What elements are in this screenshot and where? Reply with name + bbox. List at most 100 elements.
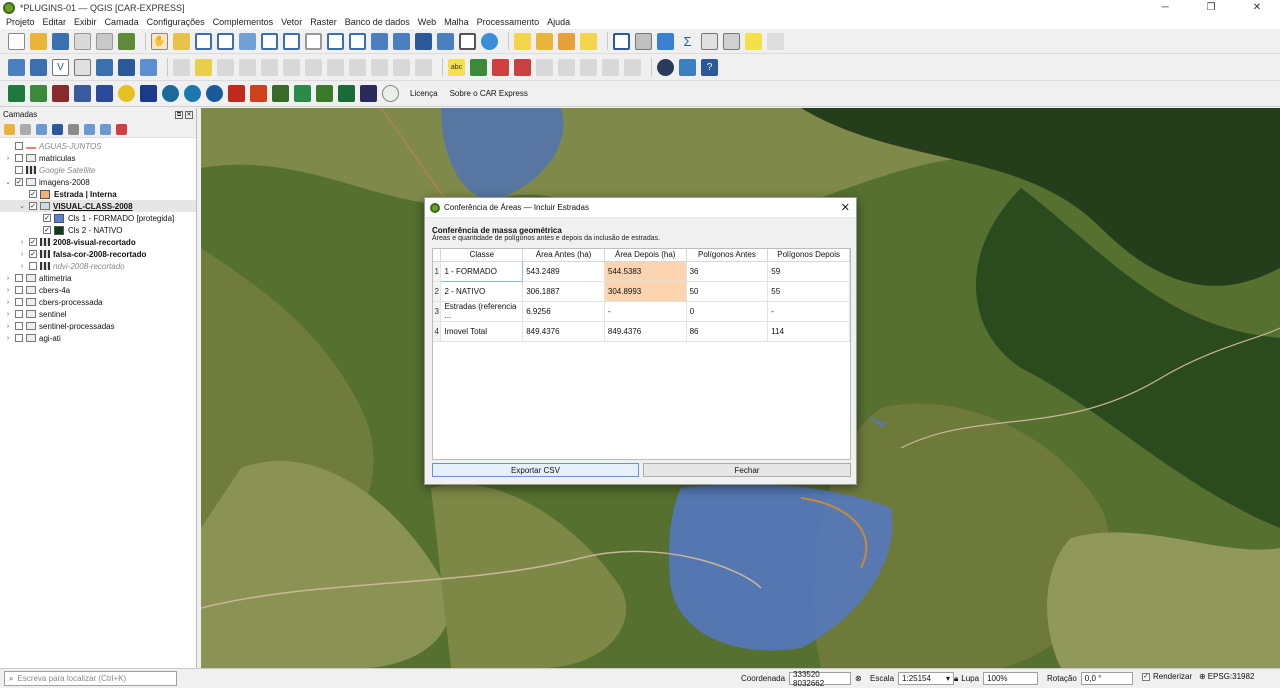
layer-row[interactable]: ✓ Cls 2 - NATIVO [0, 224, 196, 236]
layer-visibility-checkbox[interactable] [15, 166, 23, 174]
menu-malha[interactable]: Malha [444, 17, 469, 27]
table-cell[interactable]: 86 [686, 321, 769, 342]
layer-row[interactable]: › cbers-4a [0, 284, 196, 296]
zoom-out-icon[interactable] [217, 32, 234, 50]
table-row[interactable]: 3 Estradas (referencia ... 6.9256-0- [433, 301, 850, 322]
new-3d-map-view-icon[interactable] [393, 32, 410, 50]
vertex-tool-icon[interactable] [261, 58, 278, 76]
layer-visibility-checkbox[interactable] [15, 298, 23, 306]
table-cell[interactable]: 849.4376 [604, 321, 687, 342]
table-cell[interactable]: 0 [686, 301, 769, 322]
car-import-icon[interactable] [30, 85, 47, 102]
layer-diagram-icon[interactable] [470, 58, 487, 76]
label-property-icon[interactable] [624, 58, 641, 76]
lock-icon[interactable]: 🔒︎ [954, 674, 958, 684]
delete-selected-icon[interactable] [305, 58, 322, 76]
table-cell[interactable]: 543.2489 [522, 261, 605, 282]
paste-features-icon[interactable] [371, 58, 388, 76]
toggle-editing-icon[interactable] [195, 58, 212, 76]
zoom-last-icon[interactable] [327, 32, 344, 50]
layer-visibility-checkbox[interactable]: ✓ [29, 250, 37, 258]
layer-row[interactable]: › sentinel [0, 308, 196, 320]
maximize-button[interactable]: ❐ [1188, 0, 1234, 15]
export-csv-button[interactable]: Exportar CSV [432, 463, 639, 477]
car-fire-icon[interactable] [228, 85, 245, 102]
layer-visibility-checkbox[interactable]: ✓ [43, 226, 51, 234]
table-cell[interactable]: 59 [767, 261, 850, 282]
add-vector-layer-icon[interactable] [140, 58, 157, 76]
expand-toggle-icon[interactable]: › [4, 287, 12, 294]
modify-attributes-icon[interactable] [283, 58, 300, 76]
expand-toggle-icon[interactable]: ⌄ [18, 202, 26, 210]
crs-button[interactable]: ⊕ EPSG:31982 [1199, 672, 1254, 681]
layer-row[interactable]: AGUAS-JUNTOS [0, 140, 196, 152]
car-network-icon[interactable] [96, 85, 113, 102]
table-cell[interactable]: 36 [686, 261, 769, 282]
car-satellite-icon[interactable] [140, 85, 157, 102]
table-cell[interactable]: Estradas (referencia ... [440, 301, 524, 322]
select-features-icon[interactable] [514, 32, 531, 50]
menu-configuracoes[interactable]: Configurações [147, 17, 205, 27]
close-button[interactable]: ✕ [1234, 0, 1280, 15]
new-project-icon[interactable] [8, 32, 25, 50]
layer-visibility-checkbox[interactable]: ✓ [43, 214, 51, 222]
layer-row[interactable]: › agi-ati [0, 332, 196, 344]
coordinate-field[interactable]: 333520 8032662 [789, 670, 852, 688]
move-label-icon[interactable] [558, 58, 575, 76]
column-header[interactable]: Classe [440, 249, 524, 262]
expand-toggle-icon[interactable]: › [4, 299, 12, 306]
expand-toggle-icon[interactable]: › [4, 323, 12, 330]
menu-raster[interactable]: Raster [310, 17, 337, 27]
minimize-button[interactable]: ─ [1142, 0, 1188, 15]
menu-projeto[interactable]: Projeto [6, 17, 35, 27]
car-globe-icon[interactable] [162, 85, 179, 102]
layer-row[interactable]: ⌄ ✓ imagens-2008 [0, 176, 196, 188]
attribute-table-icon[interactable] [635, 32, 652, 50]
expand-toggle-icon[interactable]: › [18, 251, 26, 258]
layer-row[interactable]: › ✓ falsa-cor-2008-recortado [0, 248, 196, 260]
manage-visibility-icon[interactable] [36, 123, 47, 135]
column-header[interactable]: Área Antes (ha) [522, 249, 605, 262]
layout-manager-icon[interactable] [96, 32, 113, 50]
open-project-icon[interactable] [30, 32, 47, 50]
expand-all-icon[interactable] [84, 123, 95, 135]
car-forest-icon[interactable] [316, 85, 333, 102]
redo-icon[interactable] [415, 58, 432, 76]
table-cell[interactable]: - [604, 301, 687, 322]
layer-visibility-checkbox[interactable] [15, 334, 23, 342]
save-project-icon[interactable] [52, 32, 69, 50]
layer-visibility-checkbox[interactable] [29, 262, 37, 270]
column-header[interactable]: Área Depois (ha) [604, 249, 687, 262]
processing-toolbox-icon[interactable] [657, 32, 674, 50]
car-heat-icon[interactable] [250, 85, 267, 102]
new-map-view-icon[interactable] [371, 32, 388, 50]
open-layer-styling-icon[interactable] [4, 123, 15, 135]
table-cell[interactable]: 114 [767, 321, 850, 342]
table-cell[interactable]: - [767, 301, 850, 322]
table-cell[interactable]: 849.4376 [522, 321, 605, 342]
zoom-to-layer-icon[interactable] [283, 32, 300, 50]
license-button[interactable]: Licença [410, 89, 438, 98]
deselect-features-icon[interactable] [558, 32, 575, 50]
locator-search-input[interactable]: ⌕ Escreva para localizar (Ctrl+K) [4, 671, 177, 686]
cut-features-icon[interactable] [327, 58, 344, 76]
menu-complementos[interactable]: Complementos [213, 17, 274, 27]
layer-row[interactable]: ⌄ ✓ VISUAL-CLASS-2008 [0, 200, 196, 212]
show-bookmarks-icon[interactable] [437, 32, 454, 50]
map-tips-icon[interactable] [745, 32, 762, 50]
table-cell[interactable]: Imovel Total [440, 321, 524, 342]
car-tree-icon[interactable] [294, 85, 311, 102]
toggle-extents-icon[interactable]: ⊗ [855, 674, 862, 683]
expand-toggle-icon[interactable]: › [18, 263, 26, 270]
python-console-icon[interactable] [679, 58, 696, 76]
refresh-icon[interactable] [481, 32, 498, 50]
expand-toggle-icon[interactable]: › [4, 275, 12, 282]
car-chart-icon[interactable] [360, 85, 377, 102]
zoom-native-icon[interactable] [305, 32, 322, 50]
layer-visibility-checkbox[interactable]: ✓ [29, 238, 37, 246]
new-print-layout-icon[interactable] [74, 32, 91, 50]
car-zoom-icon[interactable] [206, 85, 223, 102]
filter-by-expression-icon[interactable] [68, 123, 79, 135]
scale-combobox[interactable]: 1:25154 ▾ [898, 672, 955, 685]
car-landscape-icon[interactable] [272, 85, 289, 102]
